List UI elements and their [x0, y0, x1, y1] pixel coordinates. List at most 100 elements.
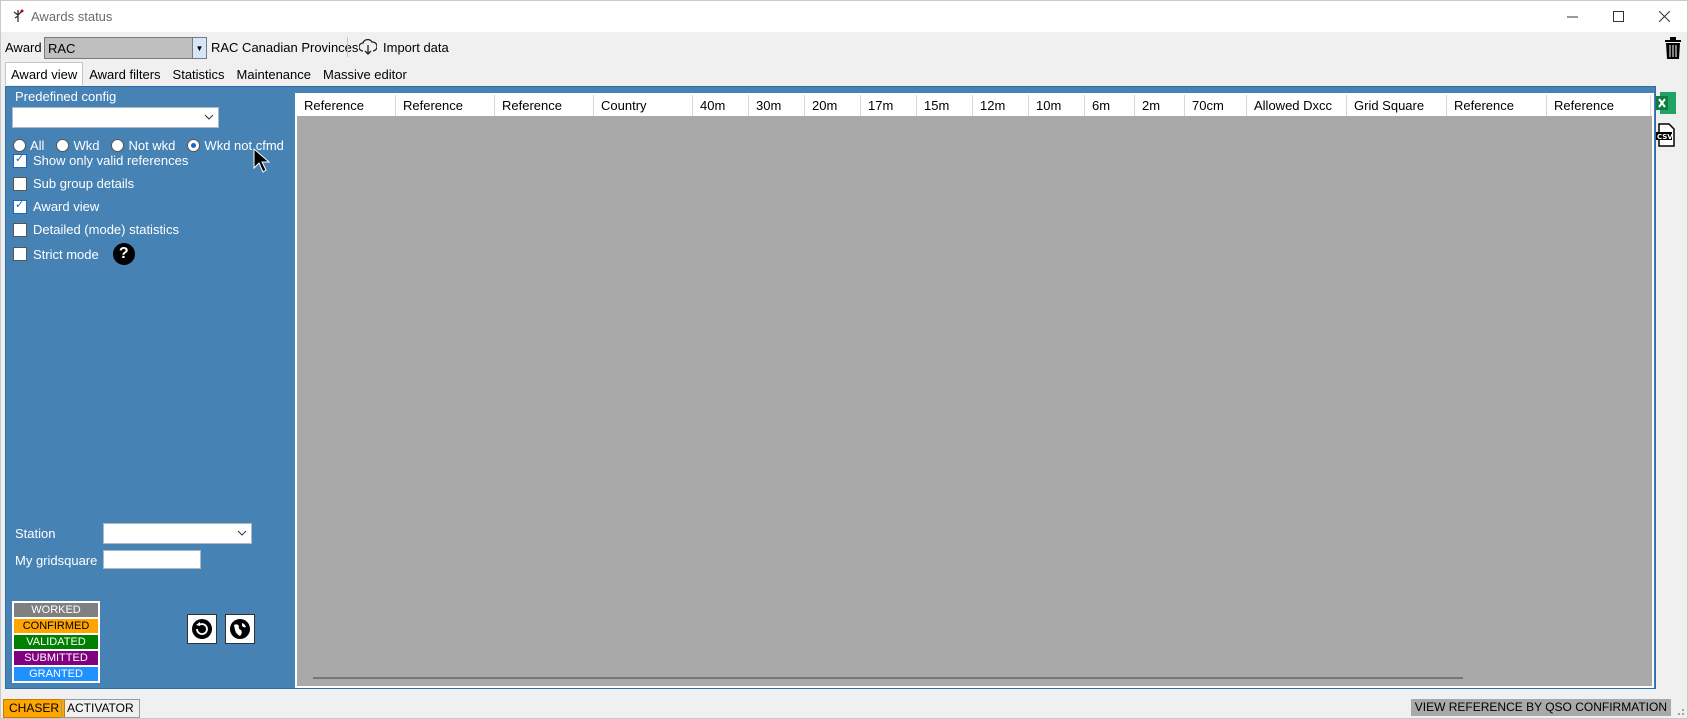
status-legend: WORKED CONFIRMED VALIDATED SUBMITTED GRA… — [12, 601, 100, 683]
tab-maintenance[interactable]: Maintenance — [231, 64, 317, 85]
column-header[interactable]: 40m — [693, 95, 749, 116]
maximize-icon — [1612, 11, 1624, 22]
award-label: Award — [5, 40, 42, 55]
chaser-mode-button[interactable]: CHASER — [3, 699, 66, 718]
tab-statistics[interactable]: Statistics — [167, 64, 231, 85]
award-reference-grid[interactable]: Reference Reference Reference Country 40… — [295, 93, 1654, 688]
app-icon — [13, 9, 24, 22]
predefined-config-select[interactable] — [12, 107, 219, 128]
legend-granted: GRANTED — [13, 666, 99, 682]
station-select[interactable] — [103, 523, 252, 544]
resize-grip-icon[interactable] — [1675, 706, 1685, 716]
activator-mode-button[interactable]: ACTIVATOR — [61, 699, 140, 718]
column-header[interactable]: Reference — [1447, 95, 1547, 116]
column-header[interactable]: Reference — [495, 95, 594, 116]
dropdown-arrow-icon[interactable]: ▼ — [192, 38, 206, 58]
column-header[interactable]: 2m — [1135, 95, 1185, 116]
close-button[interactable] — [1641, 1, 1687, 32]
column-header[interactable]: 10m — [1029, 95, 1085, 116]
radio-wkd-label: Wkd — [73, 138, 100, 153]
chevron-down-icon — [237, 530, 247, 536]
checkbox[interactable] — [13, 176, 27, 191]
trash-icon[interactable] — [1664, 37, 1682, 59]
tab-massive-editor[interactable]: Massive editor — [317, 64, 413, 85]
column-header[interactable]: 17m — [861, 95, 917, 116]
my-gridsquare-input[interactable] — [103, 550, 201, 569]
title-bar: Awards status — [1, 1, 1687, 32]
tab-award-view[interactable]: Award view — [5, 62, 84, 85]
window-title: Awards status — [31, 9, 113, 24]
column-header[interactable]: Country — [594, 95, 693, 116]
horizontal-scrollbar[interactable] — [313, 677, 1463, 679]
radio-button[interactable] — [111, 139, 125, 152]
column-header[interactable]: 30m — [749, 95, 805, 116]
view-reference-status: VIEW REFERENCE BY QSO CONFIRMATION — [1410, 699, 1671, 716]
checkbox[interactable] — [13, 152, 27, 168]
column-header[interactable]: Grid Square — [1347, 95, 1447, 116]
legend-submitted: SUBMITTED — [13, 650, 99, 666]
checkbox[interactable] — [13, 222, 27, 237]
checkbox[interactable] — [13, 198, 27, 214]
globe-button[interactable] — [225, 614, 255, 644]
mouse-cursor-icon — [253, 148, 271, 173]
column-header[interactable]: 15m — [917, 95, 973, 116]
column-header[interactable]: Reference — [297, 95, 396, 116]
column-header[interactable]: Allowed Dxcc — [1247, 95, 1347, 116]
column-header[interactable]: Reference — [396, 95, 495, 116]
import-data-label: Import data — [383, 39, 449, 55]
toolbar-separator — [347, 37, 348, 57]
radio-button[interactable] — [187, 139, 201, 152]
help-icon[interactable]: ? — [112, 243, 135, 265]
minimize-icon — [1566, 16, 1578, 18]
legend-worked: WORKED — [13, 602, 99, 618]
sub-group-details-checkbox[interactable]: Sub group details — [13, 176, 134, 191]
checkbox-label: Sub group details — [33, 176, 135, 191]
award-full-name: RAC Canadian Provinces — [211, 40, 359, 55]
refresh-icon — [192, 619, 212, 639]
column-header[interactable]: 12m — [973, 95, 1029, 116]
tab-strip: Award view Award filters Statistics Main… — [5, 62, 413, 86]
refresh-button[interactable] — [187, 614, 217, 644]
legend-confirmed: CONFIRMED — [13, 618, 99, 634]
column-header[interactable]: 6m — [1085, 95, 1135, 116]
column-header[interactable]: 20m — [805, 95, 861, 116]
chevron-down-icon — [204, 114, 214, 120]
my-gridsquare-label: My gridsquare — [15, 553, 98, 568]
column-header[interactable]: Reference — [1547, 95, 1651, 116]
award-select[interactable]: RAC ▼ — [44, 37, 207, 59]
tab-award-filters[interactable]: Award filters — [83, 64, 166, 85]
radio-not-wkd-label: Not wkd — [128, 138, 176, 153]
globe-icon — [230, 619, 250, 639]
strict-mode-checkbox[interactable]: Strict mode? — [13, 243, 135, 265]
minimize-button[interactable] — [1549, 1, 1595, 32]
checkbox[interactable] — [13, 247, 27, 261]
checkbox-label: Detailed (mode) statistics — [33, 222, 179, 237]
show-only-valid-references-checkbox[interactable]: Show only valid references — [13, 152, 189, 168]
radio-button[interactable] — [13, 139, 26, 152]
close-icon — [1658, 11, 1670, 22]
left-options-pane: Predefined config All Wkd Not wkd Wkd no… — [6, 87, 290, 688]
import-data-button[interactable]: Import data — [355, 36, 453, 58]
radio-wkd[interactable]: Wkd — [56, 138, 99, 153]
excel-export-icon[interactable] — [1656, 92, 1676, 114]
csv-export-icon[interactable]: CSV — [1656, 123, 1676, 147]
maximize-button[interactable] — [1595, 1, 1641, 32]
radio-all-label: All — [30, 138, 45, 153]
award-toolbar: Award RAC ▼ RAC Canadian Provinces Impor… — [1, 33, 1687, 61]
award-view-panel: Predefined config All Wkd Not wkd Wkd no… — [5, 86, 1656, 689]
checkbox-label: Show only valid references — [33, 153, 189, 168]
detailed-mode-statistics-checkbox[interactable]: Detailed (mode) statistics — [13, 222, 179, 237]
legend-validated: VALIDATED — [13, 634, 99, 650]
checkbox-label: Strict mode — [33, 246, 99, 262]
predefined-config-label: Predefined config — [15, 89, 117, 104]
station-label: Station — [15, 526, 56, 541]
filter-radio-group: All Wkd Not wkd Wkd not cfmd — [13, 138, 290, 153]
column-header[interactable]: 70cm — [1185, 95, 1247, 116]
radio-not-wkd[interactable]: Not wkd — [111, 138, 175, 153]
svg-text:CSV: CSV — [1657, 133, 1673, 141]
status-bar: CHASER ACTIVATOR VIEW REFERENCE BY QSO C… — [1, 697, 1687, 718]
cloud-download-icon — [359, 39, 377, 55]
award-view-checkbox[interactable]: Award view — [13, 198, 99, 214]
award-select-value: RAC — [48, 41, 76, 56]
radio-button[interactable] — [56, 139, 70, 152]
